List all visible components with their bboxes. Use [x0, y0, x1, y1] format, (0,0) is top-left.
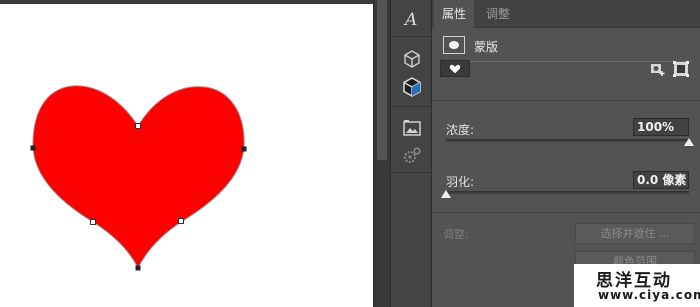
tab-properties[interactable]: 属性	[434, 0, 475, 28]
anchor-point-bottom[interactable]	[135, 265, 141, 271]
watermark-url: www.ciya.com	[598, 288, 700, 302]
feather-field[interactable]: 0.0 像素	[633, 171, 689, 189]
anchor-point-left[interactable]	[30, 145, 36, 151]
character-panel-icon[interactable]: A	[397, 5, 427, 33]
anchor-point-right[interactable]	[241, 146, 247, 152]
add-vector-mask-button[interactable]	[673, 61, 689, 77]
panel-tab-bar: 属性 调整	[432, 0, 700, 28]
density-field[interactable]: 100%	[633, 118, 689, 136]
feather-label: 羽化:	[446, 175, 475, 189]
svg-text:A: A	[403, 10, 417, 29]
3d-cube-dark-icon[interactable]	[397, 73, 427, 101]
canvas-area[interactable]	[0, 0, 373, 307]
feather-slider[interactable]	[446, 191, 689, 194]
vertical-scrollbar[interactable]	[373, 0, 390, 307]
properties-panel: 属性 调整 蒙版 浓度: 100% 羽化: 0.0 像素 调整: 选择并遮住 .…	[432, 0, 700, 307]
image-adjust-icon[interactable]	[397, 114, 427, 142]
section-divider	[432, 212, 700, 213]
scrollbar-thumb[interactable]	[377, 0, 387, 160]
gear-cluster-icon[interactable]	[397, 142, 427, 170]
panel-icon-strip: A	[390, 0, 432, 307]
mask-header: 蒙版	[432, 32, 700, 60]
mask-thumbnail[interactable]	[440, 60, 470, 77]
add-vector-mask-icon	[673, 61, 689, 77]
density-label: 浓度:	[446, 123, 475, 137]
add-pixel-mask-icon	[651, 64, 665, 76]
mask-title: 蒙版	[474, 40, 499, 54]
adjust-label: 调整:	[443, 228, 469, 241]
pixel-mask-icon	[443, 36, 465, 54]
heart-path[interactable]	[32, 85, 245, 270]
mask-selector-row	[432, 60, 700, 82]
feather-slider-thumb[interactable]	[441, 190, 451, 198]
density-slider-thumb[interactable]	[684, 138, 694, 146]
anchor-point-lower-left[interactable]	[90, 219, 96, 225]
section-divider	[432, 100, 700, 101]
density-slider[interactable]	[446, 139, 689, 142]
add-pixel-mask-button[interactable]	[650, 62, 666, 76]
select-and-mask-button[interactable]: 选择并遮住 ...	[575, 223, 695, 244]
3d-cube-icon[interactable]	[397, 45, 427, 73]
photoshop-window: A 属性 调整 蒙版 浓度: 100% 羽化: 0.0 像素 调整: 选择并遮住…	[0, 0, 700, 307]
anchor-point-lower-right[interactable]	[178, 218, 184, 224]
heart-thumbnail-icon	[449, 64, 461, 73]
heart-shape[interactable]	[0, 0, 373, 307]
tab-adjustments[interactable]: 调整	[478, 0, 518, 28]
anchor-point-top[interactable]	[135, 123, 141, 129]
watermark-logo: 思洋互动 www.ciya.com	[574, 264, 700, 307]
